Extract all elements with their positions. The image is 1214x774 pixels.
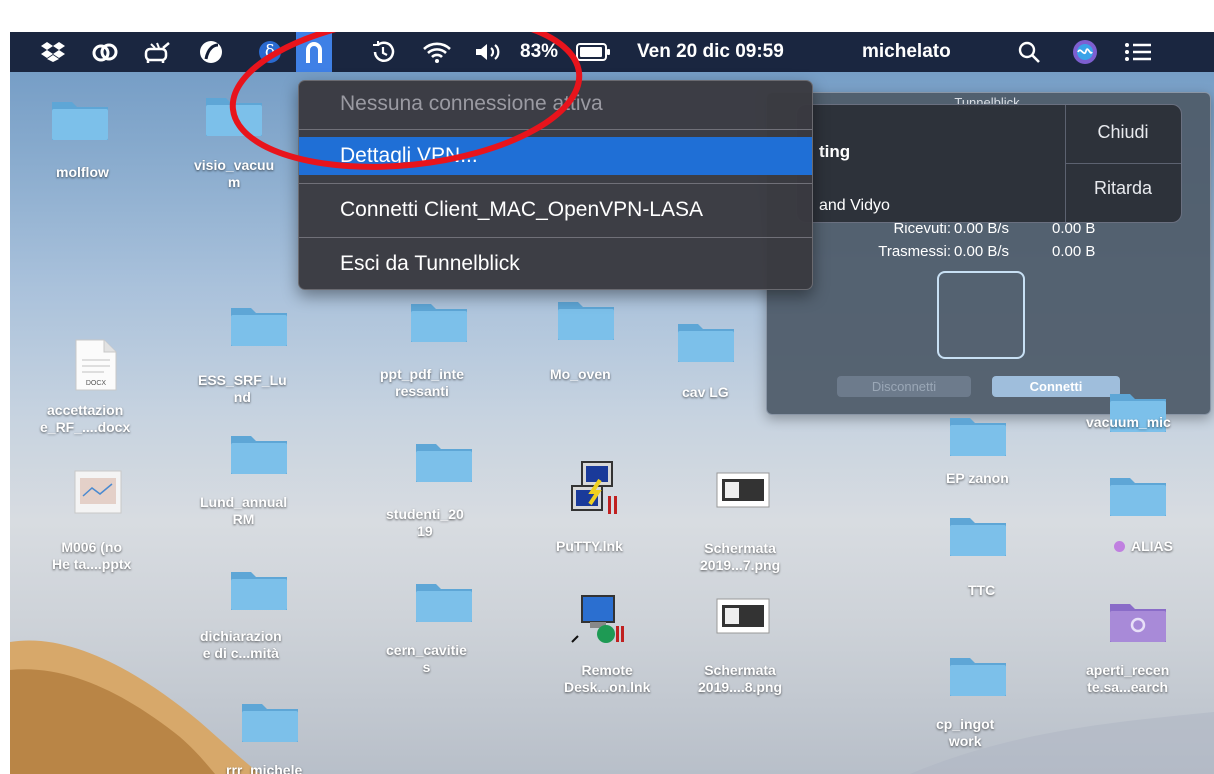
- ep-label[interactable]: EP zanon: [946, 470, 1009, 487]
- cav-label[interactable]: cav LG: [682, 384, 729, 401]
- creative-cloud-icon[interactable]: [88, 32, 122, 72]
- ttc-label[interactable]: TTC: [968, 582, 995, 599]
- aperti-smart-folder-icon[interactable]: [1108, 598, 1168, 649]
- notification-title: ting: [819, 142, 851, 161]
- notification-subtitle: and Vidyo: [819, 197, 890, 214]
- cp-folder-icon[interactable]: [948, 652, 1008, 703]
- m006-file-icon[interactable]: [74, 470, 122, 519]
- remote-label[interactable]: Remote Desk...on.lnk: [564, 662, 650, 696]
- scherm1-label[interactable]: Schermata 2019...7.png: [700, 540, 780, 574]
- molflow-folder-icon[interactable]: [50, 96, 110, 147]
- vacuum-label[interactable]: vacuum_mic: [1086, 414, 1171, 431]
- search-icon[interactable]: [1012, 32, 1046, 72]
- ppt-folder-icon[interactable]: [409, 298, 469, 349]
- scherm1-file-icon[interactable]: [716, 472, 770, 513]
- menu-item-quit[interactable]: Esci da Tunnelblick: [299, 245, 812, 283]
- docx-label[interactable]: accettazion e_RF_....docx: [40, 402, 130, 436]
- snooze-button[interactable]: Ritarda: [1065, 178, 1181, 199]
- menubar-datetime[interactable]: Ven 20 dic 09:59: [637, 32, 784, 72]
- close-button[interactable]: Chiudi: [1065, 122, 1181, 143]
- alias-label[interactable]: ALIAS: [1114, 538, 1173, 555]
- ppt-label[interactable]: ppt_pdf_inte ressanti: [380, 366, 464, 400]
- studenti-label[interactable]: studenti_20 19: [386, 506, 464, 540]
- annotation-ellipse: [229, 32, 583, 170]
- desktop: δ 83% Ven 20 dic 09:59 michelato Tunnelb…: [10, 32, 1214, 774]
- sent-label: Trasmessi:: [878, 243, 951, 260]
- rrr-folder-icon[interactable]: [240, 698, 300, 749]
- aperti-label[interactable]: aperti_recen te.sa...earch: [1086, 662, 1169, 696]
- svg-text:DOCX: DOCX: [86, 380, 107, 387]
- ess-label[interactable]: ESS_SRF_Lu nd: [198, 372, 287, 406]
- ep-folder-icon[interactable]: [948, 412, 1008, 463]
- scherm2-file-icon[interactable]: [716, 598, 770, 639]
- putty-label[interactable]: PuTTY.lnk: [556, 538, 623, 555]
- rrr-label[interactable]: rrr_michele: [226, 762, 302, 774]
- mo_oven-folder-icon[interactable]: [556, 296, 616, 347]
- dichiar-label[interactable]: dichiarazion e di c...mità: [200, 628, 282, 662]
- sheep-icon[interactable]: [140, 32, 174, 72]
- siri-icon[interactable]: [1068, 32, 1102, 72]
- cp-label[interactable]: cp_ingot work: [936, 716, 994, 750]
- sent-total: 0.00 B: [1052, 243, 1096, 260]
- alias-folder-icon[interactable]: [1108, 472, 1168, 523]
- molflow-label[interactable]: molflow: [56, 164, 109, 181]
- cav-folder-icon[interactable]: [676, 318, 736, 369]
- docx-file-icon[interactable]: DOCX: [74, 338, 118, 397]
- cern-folder-icon[interactable]: [414, 578, 474, 629]
- control-list-icon[interactable]: [1120, 32, 1156, 72]
- cern-label[interactable]: cern_cavitie s: [386, 642, 467, 676]
- menubar-user[interactable]: michelato: [862, 32, 951, 72]
- disconnect-button[interactable]: Disconnetti: [837, 376, 971, 397]
- menu-separator: [299, 237, 812, 238]
- ess-folder-icon[interactable]: [229, 302, 289, 353]
- dropbox-icon[interactable]: [36, 32, 70, 72]
- scherm2-label[interactable]: Schermata 2019....8.png: [698, 662, 782, 696]
- vpn-status-icon: [937, 271, 1025, 359]
- lund-folder-icon[interactable]: [229, 430, 289, 481]
- connect-button[interactable]: Connetti: [992, 376, 1120, 397]
- studenti-folder-icon[interactable]: [414, 438, 474, 489]
- remote-file-icon[interactable]: [570, 592, 626, 651]
- sent-rate: 0.00 B/s: [954, 243, 1010, 260]
- lund-label[interactable]: Lund_annual RM: [200, 494, 287, 528]
- m006-label[interactable]: M006 (no He ta....pptx: [52, 539, 131, 573]
- putty-file-icon[interactable]: [570, 460, 620, 523]
- dichiar-folder-icon[interactable]: [229, 566, 289, 617]
- menu-item-connect[interactable]: Connetti Client_MAC_OpenVPN-LASA: [299, 191, 812, 229]
- menu-bar: δ 83% Ven 20 dic 09:59 michelato: [10, 32, 1214, 72]
- menu-separator: [299, 183, 812, 184]
- notification-banner[interactable]: ting and Vidyo Chiudi Ritarda: [796, 104, 1182, 223]
- mo_oven-label[interactable]: Mo_oven: [550, 366, 611, 383]
- tag-dot-icon: [1114, 541, 1125, 552]
- ttc-folder-icon[interactable]: [948, 512, 1008, 563]
